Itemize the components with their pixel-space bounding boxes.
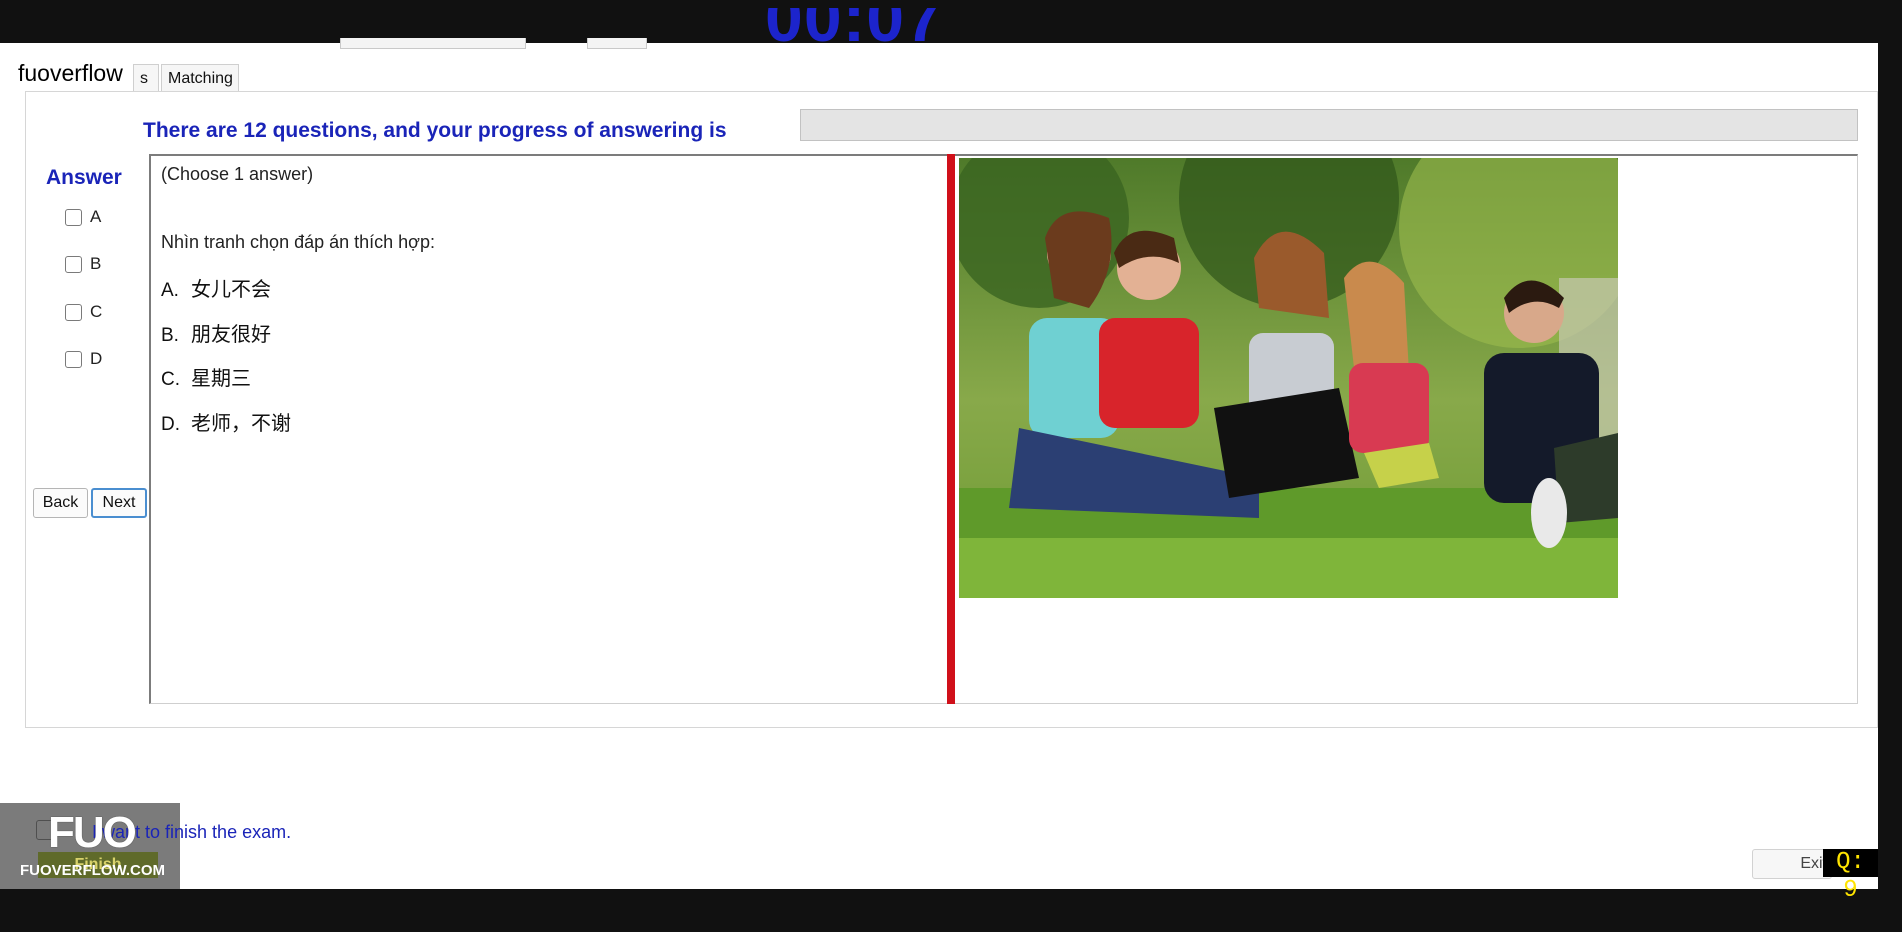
progress-bar <box>800 109 1858 141</box>
option-label: B <box>90 254 102 273</box>
bottom-black-bar <box>0 889 1902 932</box>
question-image <box>959 158 1618 598</box>
choice-letter: A. <box>161 280 179 301</box>
tab-matching[interactable]: Matching <box>161 64 239 91</box>
next-button[interactable]: Next <box>91 488 147 518</box>
top-combo-partial[interactable] <box>340 38 526 49</box>
countdown-timer: 00:07 <box>765 8 944 56</box>
answer-title: Answer <box>46 166 122 189</box>
answer-option-c[interactable]: C <box>65 302 102 322</box>
question-choice-c: C. 星期三 <box>161 362 251 391</box>
answer-option-b[interactable]: B <box>65 254 101 274</box>
fuo-logo: FUO <box>48 808 137 857</box>
right-black-bar <box>1878 43 1902 889</box>
choice-text: 朋友很好 <box>191 324 271 346</box>
top-spinner-partial[interactable] <box>587 38 647 49</box>
checkbox-c[interactable] <box>65 303 82 321</box>
option-label: D <box>90 349 103 368</box>
question-choice-b: B. 朋友很好 <box>161 318 271 347</box>
exit-button[interactable]: Exit <box>1752 849 1832 879</box>
splitter-divider[interactable] <box>947 154 955 704</box>
choice-letter: B. <box>161 325 179 346</box>
question-choice-d: D. 老师，不谢 <box>161 407 291 436</box>
choice-text: 老师，不谢 <box>191 413 291 435</box>
question-instruction: Nhìn tranh chọn đáp án thích hợp: <box>161 232 435 252</box>
question-number: Q: 9 <box>1823 849 1878 904</box>
choice-text: 星期三 <box>191 368 251 390</box>
question-hint: (Choose 1 answer) <box>161 164 314 184</box>
tab-partial[interactable]: s <box>133 64 159 91</box>
choice-text: 女儿不会 <box>191 279 271 301</box>
brand-label: fuoverflow <box>18 60 123 86</box>
option-label: A <box>90 207 102 226</box>
question-choice-a: A. 女儿不会 <box>161 273 271 302</box>
fuo-logo-sub: FUOVERFLOW.COM <box>20 862 165 879</box>
answer-option-d[interactable]: D <box>65 349 102 369</box>
checkbox-a[interactable] <box>65 208 82 226</box>
back-button[interactable]: Back <box>33 488 88 518</box>
progress-label: There are 12 questions, and your progres… <box>143 119 727 142</box>
checkbox-b[interactable] <box>65 255 82 273</box>
choice-letter: C. <box>161 369 180 390</box>
checkbox-d[interactable] <box>65 350 82 368</box>
top-black-bar <box>0 0 1902 43</box>
answer-option-a[interactable]: A <box>65 207 101 227</box>
choice-letter: D. <box>161 414 180 435</box>
students-park-photo <box>959 158 1618 598</box>
option-label: C <box>90 302 103 321</box>
